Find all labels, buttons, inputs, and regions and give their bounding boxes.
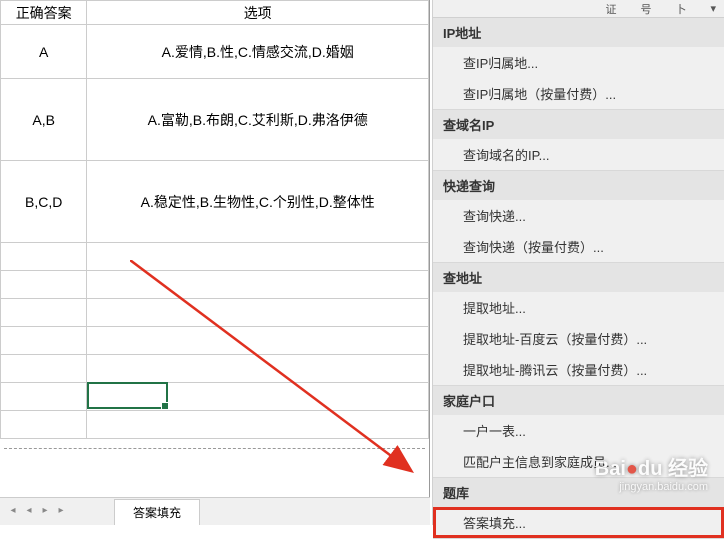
- menu-section-header: IP地址: [433, 18, 724, 47]
- menu-section: 题库 答案填充...: [433, 478, 724, 539]
- menu-item-extract-address[interactable]: 提取地址...: [433, 292, 724, 323]
- cell-answer[interactable]: B,C,D: [1, 161, 87, 243]
- cell-options[interactable]: A.爱情,B.性,C.情感交流,D.婚姻: [87, 25, 429, 79]
- table-row: [1, 271, 429, 299]
- tab-prev-icon[interactable]: ◂: [22, 505, 36, 519]
- cell-empty[interactable]: [1, 327, 87, 355]
- cell-empty[interactable]: [87, 411, 429, 439]
- cell-answer[interactable]: A,B: [1, 79, 87, 161]
- toolbar-item[interactable]: 号: [640, 1, 651, 17]
- table-row: B,C,D A.稳定性,B.生物性,C.个别性,D.整体性: [1, 161, 429, 243]
- menu-item-household-match[interactable]: 匹配户主信息到家庭成员...: [433, 446, 724, 477]
- cell-empty[interactable]: [87, 243, 429, 271]
- cell-empty[interactable]: [1, 411, 87, 439]
- cell-empty[interactable]: [87, 355, 429, 383]
- cell-empty[interactable]: [87, 383, 429, 411]
- table-row: [1, 243, 429, 271]
- table-row: [1, 327, 429, 355]
- cell-answer[interactable]: A: [1, 25, 87, 79]
- cell-empty[interactable]: [87, 271, 429, 299]
- tab-last-icon[interactable]: ▸: [54, 505, 68, 519]
- menu-item-express-query[interactable]: 查询快递...: [433, 200, 724, 231]
- menu-item-ip-lookup[interactable]: 查IP归属地...: [433, 47, 724, 78]
- cell-empty[interactable]: [87, 327, 429, 355]
- menu-section-header: 查域名IP: [433, 110, 724, 139]
- menu-section-header: 题库: [433, 478, 724, 507]
- tab-first-icon[interactable]: ◂: [6, 505, 20, 519]
- toolbar-strip: 证 号 卜 ▾: [433, 0, 724, 18]
- toolbar-dropdown-icon[interactable]: ▾: [710, 2, 716, 15]
- menu-section: 查地址 提取地址... 提取地址-百度云（按量付费）... 提取地址-腾讯云（按…: [433, 263, 724, 386]
- cell-empty[interactable]: [1, 383, 87, 411]
- menu-section-header: 快递查询: [433, 171, 724, 200]
- header-answer[interactable]: 正确答案: [1, 1, 87, 25]
- cell-empty[interactable]: [1, 271, 87, 299]
- cell-empty[interactable]: [87, 299, 429, 327]
- header-row: 正确答案 选项: [1, 1, 429, 25]
- sheet-tab[interactable]: 答案填充: [114, 499, 200, 525]
- context-menu-panel: 证 号 卜 ▾ IP地址 查IP归属地... 查IP归属地（按量付费）... 查…: [432, 0, 724, 525]
- sheet-tab-bar: ◂ ◂ ▸ ▸ 答案填充: [0, 497, 430, 525]
- menu-section: 快递查询 查询快递... 查询快递（按量付费）...: [433, 171, 724, 263]
- cell-empty[interactable]: [1, 243, 87, 271]
- cell-empty[interactable]: [1, 299, 87, 327]
- table-row: [1, 355, 429, 383]
- menu-section-header: 家庭户口: [433, 386, 724, 415]
- table-row: A,B A.富勒,B.布朗,C.艾利斯,D.弗洛伊德: [1, 79, 429, 161]
- menu-item-ip-lookup-paid[interactable]: 查IP归属地（按量付费）...: [433, 78, 724, 109]
- menu-item-express-query-paid[interactable]: 查询快递（按量付费）...: [433, 231, 724, 262]
- menu-item-extract-address-baidu[interactable]: 提取地址-百度云（按量付费）...: [433, 323, 724, 354]
- table-row: [1, 299, 429, 327]
- tab-nav-controls: ◂ ◂ ▸ ▸: [0, 505, 74, 519]
- cell-options[interactable]: A.稳定性,B.生物性,C.个别性,D.整体性: [87, 161, 429, 243]
- menu-section: 家庭户口 一户一表... 匹配户主信息到家庭成员...: [433, 386, 724, 478]
- tab-next-icon[interactable]: ▸: [38, 505, 52, 519]
- cell-options[interactable]: A.富勒,B.布朗,C.艾利斯,D.弗洛伊德: [87, 79, 429, 161]
- menu-item-extract-address-tencent[interactable]: 提取地址-腾讯云（按量付费）...: [433, 354, 724, 385]
- pane-divider: [4, 439, 425, 449]
- menu-item-domain-ip[interactable]: 查询域名的IP...: [433, 139, 724, 170]
- menu-section-header: 查地址: [433, 263, 724, 292]
- menu-item-household-table[interactable]: 一户一表...: [433, 415, 724, 446]
- toolbar-item[interactable]: 卜: [675, 1, 686, 17]
- spreadsheet-area: 正确答案 选项 A A.爱情,B.性,C.情感交流,D.婚姻 A,B A.富勒,…: [0, 0, 430, 525]
- menu-section: IP地址 查IP归属地... 查IP归属地（按量付费）...: [433, 18, 724, 110]
- table-row: [1, 411, 429, 439]
- menu-section: 查域名IP 查询域名的IP...: [433, 110, 724, 171]
- cell-empty[interactable]: [1, 355, 87, 383]
- header-options[interactable]: 选项: [87, 1, 429, 25]
- toolbar-item[interactable]: 证: [605, 1, 616, 17]
- data-grid[interactable]: 正确答案 选项 A A.爱情,B.性,C.情感交流,D.婚姻 A,B A.富勒,…: [0, 0, 429, 439]
- table-row: [1, 383, 429, 411]
- menu-item-answer-fill[interactable]: 答案填充...: [433, 507, 724, 538]
- table-row: A A.爱情,B.性,C.情感交流,D.婚姻: [1, 25, 429, 79]
